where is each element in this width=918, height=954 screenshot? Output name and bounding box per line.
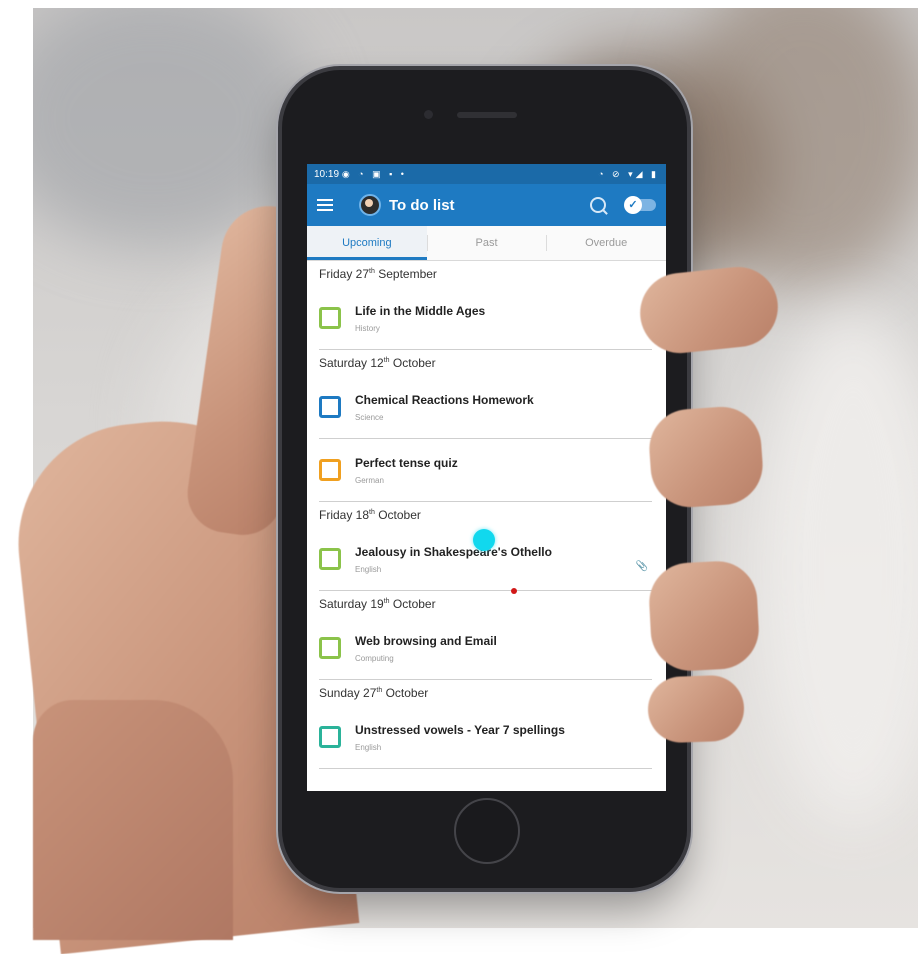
date-header: Sunday 27th October xyxy=(319,686,429,700)
hand-finger xyxy=(646,404,766,510)
task-checkbox[interactable] xyxy=(319,307,341,329)
task-checkbox[interactable] xyxy=(319,548,341,570)
task-checkbox[interactable] xyxy=(319,396,341,418)
phone: 10:19 ◉ ◔ ▣ ▪ • ◔ ⊘ ▾◢ ▮ To do list ✓ Up… xyxy=(282,70,687,888)
completed-toggle[interactable]: ✓ xyxy=(624,196,656,214)
date-header: Saturday 12th October xyxy=(319,356,436,370)
date-header: Friday 27th September xyxy=(319,267,437,281)
app-bar: To do list ✓ xyxy=(307,184,666,226)
hand-finger xyxy=(647,559,761,673)
task-title: Life in the Middle Ages xyxy=(355,303,486,318)
status-time: 10:19 xyxy=(314,168,340,180)
date-header: Saturday 19th October xyxy=(319,597,436,611)
task-checkbox[interactable] xyxy=(319,726,341,748)
hand-finger xyxy=(646,674,746,744)
task-item[interactable]: Unstressed vowels - Year 7 spellings Eng… xyxy=(319,706,652,769)
page-title: To do list xyxy=(389,196,455,214)
task-title: Chemical Reactions Homework xyxy=(355,392,534,407)
tab-past[interactable]: Past xyxy=(426,226,547,260)
task-item[interactable]: Perfect tense quiz German xyxy=(319,439,652,502)
task-title: Perfect tense quiz xyxy=(355,455,458,470)
tab-bar: Upcoming Past Overdue xyxy=(307,226,666,261)
task-subject: German xyxy=(355,475,384,485)
touch-indicator xyxy=(473,529,495,551)
task-subject: Computing xyxy=(355,653,394,663)
task-item[interactable]: Life in the Middle Ages History xyxy=(319,287,652,350)
red-dot-marker xyxy=(511,588,517,594)
hamburger-menu-icon[interactable] xyxy=(317,199,333,211)
notification-icons: ◉ ◔ ▣ ▪ • xyxy=(341,168,407,179)
attachment-icon: 📎 xyxy=(635,561,648,572)
system-icons: ◔ ⊘ ▾◢ ▮ xyxy=(598,168,659,179)
background-blur xyxy=(753,308,918,828)
hand-wrist xyxy=(33,700,233,940)
task-subject: English xyxy=(355,564,382,574)
task-checkbox[interactable] xyxy=(319,637,341,659)
date-header: Friday 18th October xyxy=(319,508,421,522)
task-subject: Science xyxy=(355,412,384,422)
task-subject: History xyxy=(355,323,380,333)
tab-upcoming[interactable]: Upcoming xyxy=(307,226,427,260)
tab-overdue[interactable]: Overdue xyxy=(546,226,666,260)
status-time-group: 10:19 ◉ ◔ ▣ ▪ • xyxy=(314,169,407,180)
task-item[interactable]: Web browsing and Email Computing xyxy=(319,617,652,680)
phone-screen: 10:19 ◉ ◔ ▣ ▪ • ◔ ⊘ ▾◢ ▮ To do list ✓ Up… xyxy=(307,164,666,791)
task-title: Web browsing and Email xyxy=(355,633,497,648)
app-logo-icon xyxy=(359,194,381,216)
front-camera xyxy=(424,110,433,119)
status-bar: 10:19 ◉ ◔ ▣ ▪ • ◔ ⊘ ▾◢ ▮ xyxy=(307,164,666,184)
task-checkbox[interactable] xyxy=(319,459,341,481)
task-title: Jealousy in Shakespeare's Othello xyxy=(355,544,552,559)
task-item[interactable]: Chemical Reactions Homework Science xyxy=(319,376,652,439)
earpiece-speaker xyxy=(457,112,517,118)
search-icon[interactable] xyxy=(590,197,606,213)
task-list: Friday 27th September Life in the Middle… xyxy=(307,261,666,769)
check-icon: ✓ xyxy=(624,196,642,214)
home-button[interactable] xyxy=(454,798,520,864)
task-subject: English xyxy=(355,742,382,752)
task-title: Unstressed vowels - Year 7 spellings xyxy=(355,722,565,737)
